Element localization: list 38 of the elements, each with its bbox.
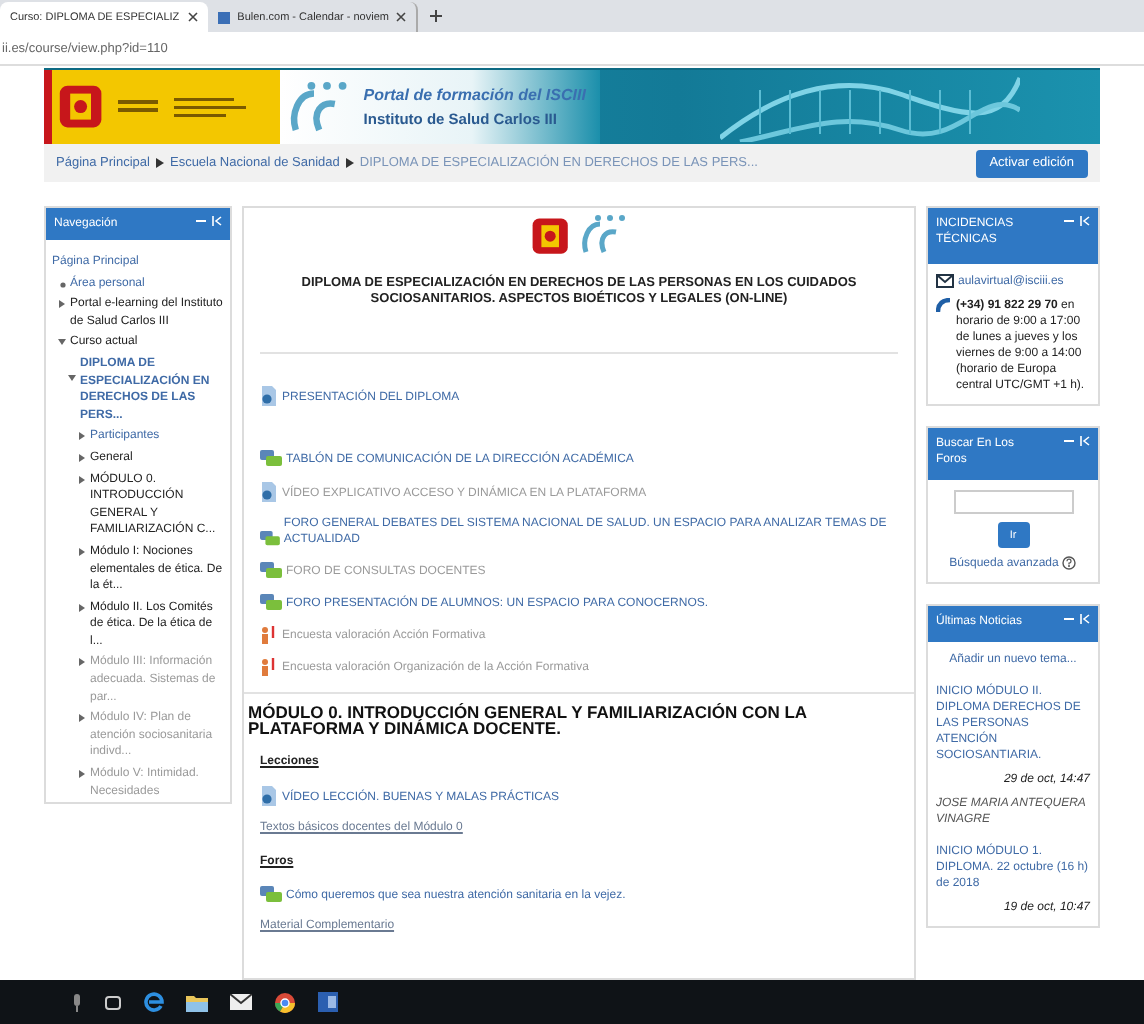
dock-icon[interactable] [1080,436,1090,446]
bullet-icon [59,281,65,288]
portal-title: Portal de formación del ISCIII [363,86,586,104]
close-icon[interactable] [396,12,407,22]
chrome-icon[interactable] [274,991,296,1013]
task-view-icon[interactable] [104,993,122,1011]
dock-icon[interactable] [1080,614,1090,624]
browser-icon[interactable] [144,992,164,1012]
phone-icon [936,298,952,314]
chat-icon [260,562,282,581]
calendar-icon [217,11,230,23]
minus-icon[interactable] [1064,436,1074,446]
separator-icon [345,158,354,168]
document-icon [260,786,278,807]
feedback-icon [260,658,278,677]
minus-icon[interactable] [196,216,206,226]
new-tab-icon[interactable] [430,10,443,22]
chat-icon [260,886,282,905]
mail-icon[interactable] [230,994,252,1010]
chat-icon [260,450,282,469]
dock-icon[interactable] [1080,216,1090,226]
section-title: MÓDULO 0. INTRODUCCIÓN GENERAL Y FAMILIARIZACIÓN CON LA PLATAFORMA Y DINÁMICA DOCENTE. [248,704,809,737]
dock-icon[interactable] [212,216,222,226]
search-field[interactable] [953,490,1073,514]
close-icon[interactable] [187,12,198,22]
separator-icon [155,158,164,168]
minus-icon[interactable] [1064,216,1074,226]
chat-icon [260,530,280,549]
chat-icon [260,594,282,613]
minus-icon[interactable] [1064,614,1074,624]
help-icon [1062,556,1077,570]
microphone-icon[interactable] [72,993,82,1011]
mail-icon [936,274,954,288]
document-icon [260,386,278,407]
folder-icon[interactable] [186,993,208,1011]
feedback-icon [260,626,278,645]
document-icon [260,482,278,503]
word-icon[interactable] [318,992,338,1012]
